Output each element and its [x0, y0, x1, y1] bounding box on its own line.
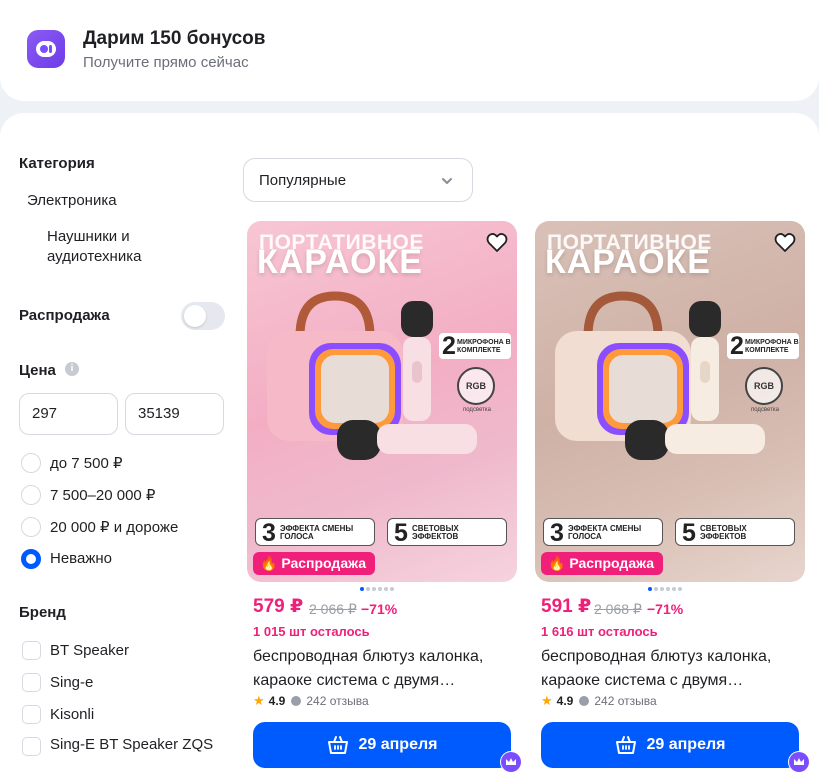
- product-rating: ★ 4.9 242 отзыва: [541, 693, 657, 709]
- sort-select[interactable]: Популярные: [243, 158, 473, 202]
- rgb-badge: RGB: [745, 367, 783, 405]
- brand-checkbox[interactable]: [22, 737, 41, 756]
- old-price: 2 068 ₽: [594, 601, 642, 617]
- product-price: 579 ₽: [253, 596, 304, 617]
- product-card[interactable]: ПОРТАТИВНОЕ КАРАОКЕ 2 МИКРОФОНА В КОМПЛЕ…: [247, 221, 522, 781]
- reviews-count: 242 отзыва: [594, 694, 657, 708]
- toggle-knob: [184, 305, 206, 327]
- sale-badge: 🔥 Распродажа: [541, 552, 663, 575]
- price-option-label[interactable]: 7 500–20 000 ₽: [50, 486, 155, 504]
- chevron-down-icon: [442, 178, 452, 184]
- price-option-label[interactable]: до 7 500 ₽: [50, 454, 123, 472]
- category-headphones-link[interactable]: Наушники и аудиотехника: [47, 227, 197, 267]
- banner-title: Дарим 150 бонусов: [83, 28, 266, 49]
- product-image[interactable]: ПОРТАТИВНОЕ КАРАОКЕ 2 МИКРОФОНА В КОМПЛЕ…: [535, 221, 805, 582]
- price-from-input[interactable]: 297: [19, 393, 118, 435]
- brand-label[interactable]: Kisonli: [50, 705, 94, 725]
- category-electronics-link[interactable]: Электроника: [27, 191, 117, 211]
- cart-icon: [615, 736, 636, 754]
- price-option-label[interactable]: 20 000 ₽ и дороже: [50, 518, 178, 536]
- price-option-radio-selected[interactable]: [21, 549, 41, 569]
- image-pagination[interactable]: [648, 587, 684, 591]
- sale-filter-label: Распродажа: [19, 307, 110, 324]
- old-price: 2 066 ₽: [309, 601, 357, 617]
- sort-label: Популярные: [259, 172, 347, 189]
- rgb-badge: RGB: [457, 367, 495, 405]
- brand-checkbox[interactable]: [22, 705, 41, 724]
- sale-toggle[interactable]: [181, 302, 225, 330]
- microphones-badge: 2 МИКРОФОНА В КОМПЛЕКТЕ: [727, 333, 799, 359]
- price-heading: Цена: [19, 362, 56, 379]
- crown-icon: [788, 751, 810, 773]
- rating-value: 4.9: [268, 694, 286, 708]
- add-to-cart-button[interactable]: 29 апреля: [253, 722, 511, 768]
- product-title[interactable]: беспроводная блютуз калонка, караоке сис…: [253, 645, 513, 693]
- rating-value: 4.9: [556, 694, 574, 708]
- microphone-illustration: [337, 420, 477, 460]
- brand-checkbox[interactable]: [22, 641, 41, 660]
- price-option-radio[interactable]: [21, 517, 41, 537]
- cart-icon: [327, 736, 348, 754]
- microphones-badge: 2 МИКРОФОНА В КОМПЛЕКТЕ: [439, 333, 511, 359]
- heart-icon[interactable]: [485, 230, 509, 254]
- sale-badge: 🔥 Распродажа: [253, 552, 375, 575]
- promo-banner[interactable]: Дарим 150 бонусов Получите прямо сейчас: [0, 0, 819, 101]
- reviews-count: 242 отзыва: [306, 694, 369, 708]
- price-option-label[interactable]: Неважно: [50, 550, 112, 567]
- image-caption-line2: КАРАОКЕ: [545, 243, 711, 281]
- flame-icon: 🔥: [260, 555, 278, 571]
- bonus-logo-icon: [27, 30, 65, 68]
- stock-label: 1 616 шт осталось: [541, 624, 658, 639]
- feature-badge: 3 ЭФФЕКТА СМЕНЫ ГОЛОСА: [543, 518, 663, 547]
- rgb-caption: подсветка: [462, 407, 492, 413]
- microphone-illustration: [625, 420, 765, 460]
- flame-icon: 🔥: [548, 555, 566, 571]
- price-option-radio[interactable]: [21, 485, 41, 505]
- brand-heading: Бренд: [19, 604, 66, 621]
- discount-label: −71%: [647, 601, 684, 617]
- feature-badge: 5 СВЕТОВЫХ ЭФФЕКТОВ: [387, 518, 507, 547]
- feature-badge: 3 ЭФФЕКТА СМЕНЫ ГОЛОСА: [255, 518, 375, 547]
- product-title[interactable]: беспроводная блютуз калонка, караоке сис…: [541, 645, 801, 693]
- price-option-radio[interactable]: [21, 453, 41, 473]
- star-icon: ★: [541, 693, 553, 708]
- microphone-illustration: [401, 301, 433, 421]
- comment-icon: [579, 696, 590, 706]
- stock-label: 1 015 шт осталось: [253, 624, 370, 639]
- comment-icon: [291, 696, 302, 706]
- brand-label[interactable]: Sing-E BT Speaker ZQS: [50, 735, 220, 755]
- price-to-input[interactable]: 35139: [125, 393, 224, 435]
- catalog-main: Категория Электроника Наушники и аудиоте…: [0, 113, 819, 782]
- star-icon: ★: [253, 693, 265, 708]
- brand-label[interactable]: Sing-e: [50, 673, 93, 693]
- rgb-caption: подсветка: [750, 407, 780, 413]
- heart-icon[interactable]: [773, 230, 797, 254]
- discount-label: −71%: [361, 601, 398, 617]
- product-price: 591 ₽: [541, 596, 592, 617]
- product-card[interactable]: ПОРТАТИВНОЕ КАРАОКЕ 2 МИКРОФОНА В КОМПЛЕ…: [535, 221, 810, 781]
- crown-icon: [500, 751, 522, 773]
- microphone-illustration: [689, 301, 721, 421]
- info-icon[interactable]: i: [65, 362, 79, 376]
- banner-subtitle: Получите прямо сейчас: [83, 54, 249, 71]
- feature-badge: 5 СВЕТОВЫХ ЭФФЕКТОВ: [675, 518, 795, 547]
- image-pagination[interactable]: [360, 587, 396, 591]
- add-to-cart-button[interactable]: 29 апреля: [541, 722, 799, 768]
- delivery-date: 29 апреля: [358, 736, 438, 753]
- product-image[interactable]: ПОРТАТИВНОЕ КАРАОКЕ 2 МИКРОФОНА В КОМПЛЕ…: [247, 221, 517, 582]
- brand-checkbox[interactable]: [22, 673, 41, 692]
- delivery-date: 29 апреля: [646, 736, 726, 753]
- product-rating: ★ 4.9 242 отзыва: [253, 693, 369, 709]
- category-heading: Категория: [19, 155, 95, 172]
- image-caption-line2: КАРАОКЕ: [257, 243, 423, 281]
- brand-label[interactable]: BT Speaker: [50, 641, 129, 661]
